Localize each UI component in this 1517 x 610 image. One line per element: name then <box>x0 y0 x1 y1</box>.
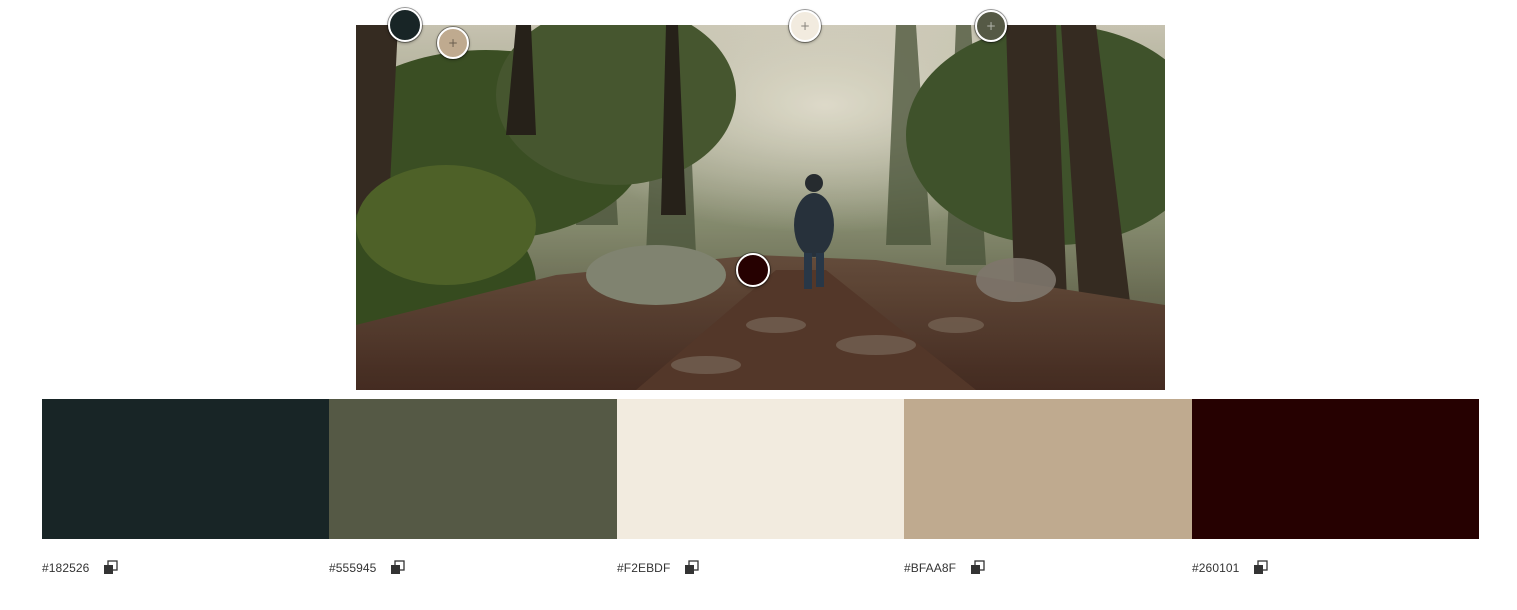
source-photo <box>356 25 1165 390</box>
color-label-4: #BFAA8F <box>904 560 986 576</box>
color-label-1: #182526 <box>42 560 119 576</box>
picker-handle-5[interactable] <box>736 253 770 287</box>
picker-handle-3[interactable]: + <box>789 10 821 42</box>
copy-icon[interactable] <box>1253 560 1269 576</box>
plus-icon: + <box>447 36 459 50</box>
hex-code: #260101 <box>1192 561 1240 575</box>
picker-handle-4[interactable]: + <box>437 27 469 59</box>
picker-handle-1[interactable] <box>388 8 422 42</box>
copy-icon[interactable] <box>970 560 986 576</box>
swatch-2[interactable] <box>329 399 617 539</box>
plus-icon: + <box>985 19 997 33</box>
copy-icon[interactable] <box>390 560 406 576</box>
copy-icon[interactable] <box>103 560 119 576</box>
swatch-3[interactable] <box>616 399 905 539</box>
swatch-1[interactable] <box>42 399 330 539</box>
hex-code: #555945 <box>329 561 377 575</box>
forest-trail-image <box>356 25 1165 390</box>
color-label-3: #F2EBDF <box>617 560 700 576</box>
plus-icon: + <box>799 19 811 33</box>
hex-code: #F2EBDF <box>617 561 671 575</box>
hex-code: #BFAA8F <box>904 561 957 575</box>
palette-swatches <box>42 399 1479 539</box>
palette-labels: #182526 #555945 #F2EBDF #BFAA8F #260101 <box>42 560 1479 580</box>
picker-handle-2[interactable]: + <box>975 10 1007 42</box>
color-label-2: #555945 <box>329 560 406 576</box>
color-label-5: #260101 <box>1192 560 1269 576</box>
copy-icon[interactable] <box>684 560 700 576</box>
swatch-4[interactable] <box>904 399 1192 539</box>
swatch-5[interactable] <box>1191 399 1479 539</box>
hex-code: #182526 <box>42 561 90 575</box>
